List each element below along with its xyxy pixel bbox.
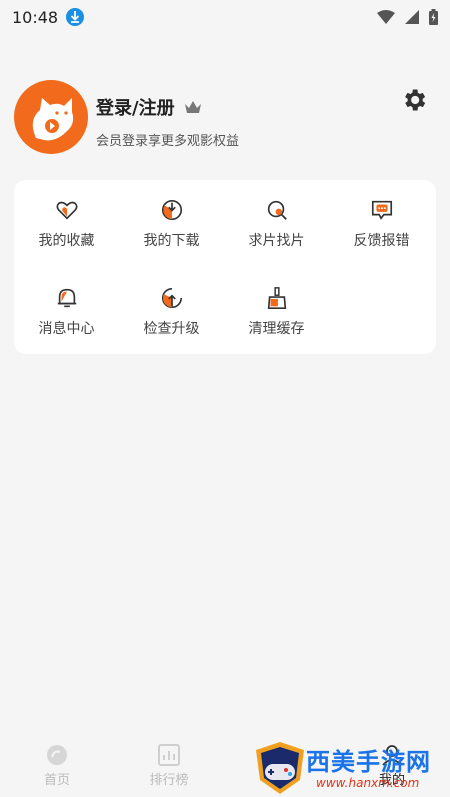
bell-icon [57, 288, 76, 308]
menu-item-feedback[interactable]: 反馈报错 [329, 180, 434, 250]
home-icon [47, 745, 67, 765]
menu-item-label: 清理缓存 [248, 321, 305, 337]
watermark-title: 西美手游网 [306, 748, 431, 776]
menu-item-label: 反馈报错 [353, 233, 410, 249]
broom-icon [267, 287, 286, 309]
heart-icon [55, 201, 78, 220]
menu-item-check-update[interactable]: 检查升级 [119, 268, 224, 338]
login-register-label: 登录/注册 [96, 98, 175, 119]
menu-item-request-film[interactable]: 求片找片 [224, 180, 329, 250]
tab-ranking[interactable]: 排行榜 [129, 743, 209, 788]
status-bar: 10:48 [0, 0, 450, 34]
wifi-icon [377, 10, 395, 24]
menu-item-favorites[interactable]: 我的收藏 [14, 180, 119, 250]
feedback-icon [371, 200, 392, 220]
tab-ranking-label: 排行榜 [149, 773, 189, 788]
menu-item-label: 检查升级 [143, 321, 200, 337]
login-register-link[interactable]: 登录/注册 [96, 94, 203, 120]
tab-home-label: 首页 [43, 773, 70, 788]
watermark: 西美手游网 www.hanxm.com [250, 738, 450, 797]
battery-icon [429, 9, 438, 25]
menu-item-label: 求片找片 [248, 233, 305, 249]
download-icon [161, 199, 182, 221]
menu-item-clear-cache[interactable]: 清理缓存 [224, 268, 329, 338]
crown-icon [184, 101, 201, 113]
menu-item-label: 我的收藏 [38, 233, 95, 249]
ranking-icon [158, 744, 180, 766]
download-notification-icon [66, 8, 85, 26]
signal-icon [405, 10, 419, 24]
search-film-icon [267, 200, 287, 220]
status-time: 10:48 [12, 7, 59, 27]
menu-item-downloads[interactable]: 我的下载 [119, 180, 224, 250]
menu-item-label: 我的下载 [143, 233, 200, 249]
menu-item-label: 消息中心 [38, 321, 95, 337]
watermark-url: www.hanxm.com [316, 776, 420, 790]
avatar[interactable] [14, 80, 88, 154]
upgrade-icon [161, 287, 182, 309]
menu-item-messages[interactable]: 消息中心 [14, 268, 119, 338]
shield-gamepad-logo [256, 742, 304, 794]
gear-icon[interactable] [400, 86, 428, 114]
menu-card: 我的收藏 我的下载 求片找片 反馈报错 消息中心 检查升级 清理缓存 [14, 180, 436, 354]
profile-header[interactable]: 登录/注册 会员登录享更多观影权益 [14, 80, 434, 156]
tab-home[interactable]: 首页 [17, 743, 97, 788]
member-subtitle: 会员登录享更多观影权益 [96, 134, 240, 149]
